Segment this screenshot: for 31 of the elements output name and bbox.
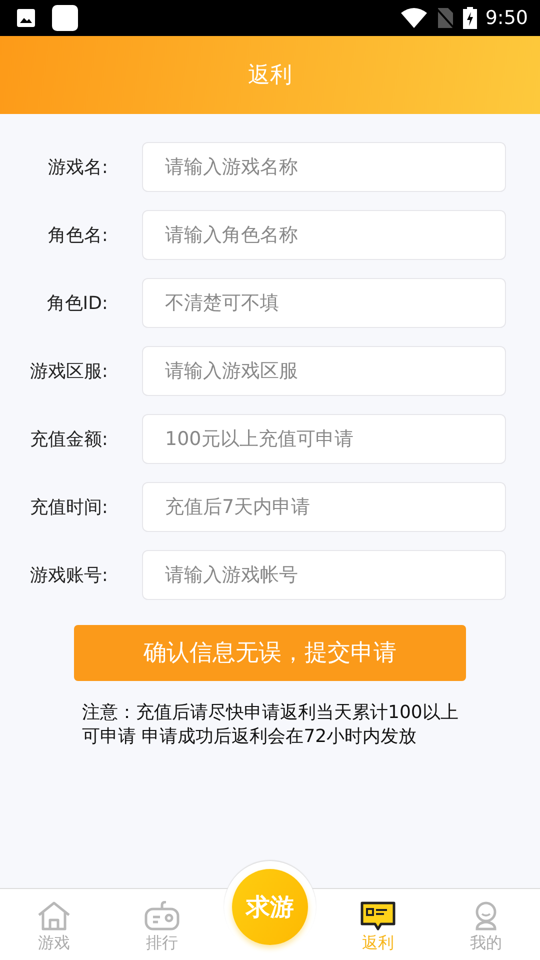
field-label: 游戏账号: [28,564,108,588]
input-field[interactable]: 请输入角色名称 [142,210,506,260]
input-field[interactable]: 请输入游戏区服 [142,346,506,396]
no-sim-icon [435,7,456,29]
tab[interactable]: 我的 [432,889,540,960]
message-card-icon [360,901,396,931]
input-field[interactable]: 请输入游戏帐号 [142,550,506,600]
notice-text: 注意：充值后请尽快申请返利当天累计100以上可申请 申请成功后返利会在72小时内发放 [82,701,460,749]
gamepad-icon [144,901,180,931]
tab[interactable]: 游戏 [0,889,108,960]
field-label: 游戏区服: [28,360,108,384]
field-label: 游戏名: [46,156,108,180]
submit-button[interactable]: 确认信息无误，提交申请 [74,625,466,681]
input-field[interactable]: 请输入游戏名称 [142,142,506,192]
input-field[interactable]: 不清楚可不填 [142,278,506,328]
app-icon [52,5,78,31]
clock: 9:50 [485,6,528,31]
tab[interactable]: 返利 [324,889,432,960]
center-button[interactable]: 求游 [224,861,316,953]
tab[interactable]: 排行 [108,889,216,960]
field-label: 角色ID: [46,292,108,316]
field-label: 充值时间: [28,496,108,520]
image-icon [16,8,36,28]
home-icon [37,901,71,931]
battery-icon [463,7,478,29]
page-title: 返利 [248,62,292,90]
input-field[interactable]: 100元以上充值可申请 [142,414,506,464]
input-field[interactable]: 充值后7天内申请 [142,482,506,532]
field-label: 充值金额: [28,428,108,452]
wifi-icon [401,8,428,28]
field-label: 角色名: [46,224,108,248]
